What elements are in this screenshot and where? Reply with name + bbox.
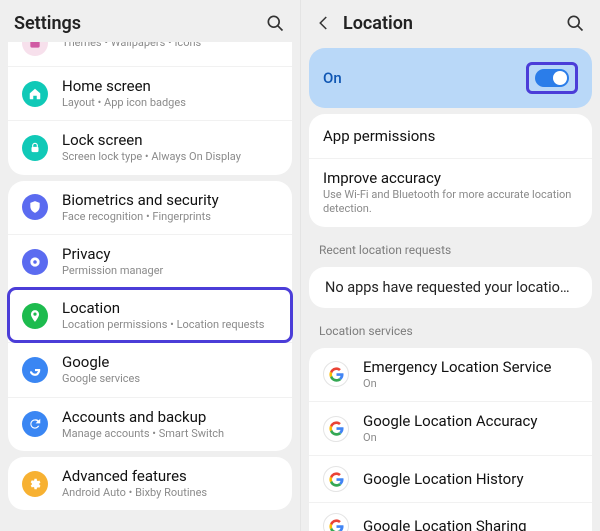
settings-item-sub: Manage accounts • Smart Switch	[62, 427, 278, 441]
location-master-toggle-row[interactable]: On	[309, 48, 592, 108]
service-sub: On	[363, 431, 578, 445]
google-g-icon	[323, 361, 349, 387]
row-sub: Use Wi-Fi and Bluetooth for more accurat…	[323, 188, 578, 217]
settings-item-biometrics[interactable]: Biometrics and security Face recognition…	[8, 181, 292, 234]
settings-item-sub: Themes • Wallpapers • Icons	[62, 42, 278, 51]
settings-group-security: Biometrics and security Face recognition…	[8, 181, 292, 451]
settings-item-label: Privacy	[62, 245, 278, 263]
location-icon	[22, 303, 48, 329]
settings-item-label: Google	[62, 353, 278, 371]
location-pane: Location On App permissions Improve accu…	[300, 0, 600, 531]
service-sub: On	[363, 377, 578, 391]
google-icon	[22, 357, 48, 383]
settings-item-sub: Location permissions • Location requests	[62, 318, 278, 332]
app-permissions-row[interactable]: App permissions	[309, 114, 592, 158]
location-toggle[interactable]	[535, 69, 569, 87]
settings-item-label: Advanced features	[62, 467, 278, 485]
google-g-icon	[323, 513, 349, 531]
settings-title: Settings	[14, 13, 264, 34]
location-services-group: Emergency Location Service On Google Loc…	[309, 348, 592, 531]
recent-requests-heading: Recent location requests	[301, 233, 600, 261]
toggle-highlight	[526, 62, 578, 94]
settings-item-sub: Permission manager	[62, 264, 278, 278]
recent-requests-text: No apps have requested your location r..	[309, 267, 592, 308]
toggle-knob	[553, 71, 567, 85]
google-g-icon	[323, 416, 349, 442]
settings-item-accounts[interactable]: Accounts and backup Manage accounts • Sm…	[8, 397, 292, 451]
settings-group-advanced: Advanced features Android Auto • Bixby R…	[8, 457, 292, 510]
location-services-heading: Location services	[301, 314, 600, 342]
service-label: Google Location Accuracy	[363, 412, 578, 430]
search-icon[interactable]	[564, 13, 586, 33]
shield-icon	[22, 194, 48, 220]
on-label: On	[323, 69, 526, 87]
theme-icon	[22, 42, 48, 56]
google-g-icon	[323, 466, 349, 492]
service-location-accuracy[interactable]: Google Location Accuracy On	[309, 401, 592, 455]
settings-pane: Settings Themes • Wallpapers • Icons Hom	[0, 0, 300, 531]
back-icon[interactable]	[315, 14, 337, 32]
location-options-group: App permissions Improve accuracy Use Wi-…	[309, 114, 592, 227]
settings-item-lock-screen[interactable]: Lock screen Screen lock type • Always On…	[8, 120, 292, 174]
search-icon[interactable]	[264, 13, 286, 33]
settings-item-label: Location	[62, 299, 278, 317]
settings-item-sub: Screen lock type • Always On Display	[62, 150, 278, 164]
service-location-history[interactable]: Google Location History	[309, 455, 592, 502]
settings-item-location[interactable]: Location Location permissions • Location…	[8, 288, 292, 342]
service-label: Google Location Sharing	[363, 517, 578, 531]
settings-item-label: Biometrics and security	[62, 191, 278, 209]
privacy-icon	[22, 249, 48, 275]
service-location-sharing[interactable]: Google Location Sharing	[309, 502, 592, 531]
settings-item-sub: Google services	[62, 372, 278, 386]
service-emergency-location[interactable]: Emergency Location Service On	[309, 348, 592, 401]
home-icon	[22, 81, 48, 107]
advanced-icon	[22, 471, 48, 497]
settings-item-google[interactable]: Google Google services	[8, 342, 292, 396]
settings-item-label: Accounts and backup	[62, 408, 278, 426]
settings-group-display: Themes • Wallpapers • Icons Home screen …	[8, 42, 292, 175]
lock-icon	[22, 135, 48, 161]
settings-item-sub: Android Auto • Bixby Routines	[62, 486, 278, 500]
settings-item-label: Home screen	[62, 77, 278, 95]
location-title: Location	[343, 13, 564, 34]
service-label: Google Location History	[363, 470, 578, 488]
improve-accuracy-row[interactable]: Improve accuracy Use Wi-Fi and Bluetooth…	[309, 158, 592, 227]
settings-item-sub: Face recognition • Fingerprints	[62, 210, 278, 224]
location-header: Location	[301, 0, 600, 42]
service-label: Emergency Location Service	[363, 358, 578, 376]
settings-item-sub: Layout • App icon badges	[62, 96, 278, 110]
settings-list: Themes • Wallpapers • Icons Home screen …	[0, 42, 300, 531]
settings-item-advanced[interactable]: Advanced features Android Auto • Bixby R…	[8, 457, 292, 510]
backup-icon	[22, 411, 48, 437]
settings-item-privacy[interactable]: Privacy Permission manager	[8, 234, 292, 288]
row-label: App permissions	[323, 127, 578, 145]
settings-header: Settings	[0, 0, 300, 42]
settings-item-label: Lock screen	[62, 131, 278, 149]
row-label: Improve accuracy	[323, 169, 578, 187]
settings-item-themes[interactable]: Themes • Wallpapers • Icons	[8, 42, 292, 66]
location-content: On App permissions Improve accuracy Use …	[301, 42, 600, 531]
settings-item-home-screen[interactable]: Home screen Layout • App icon badges	[8, 66, 292, 120]
